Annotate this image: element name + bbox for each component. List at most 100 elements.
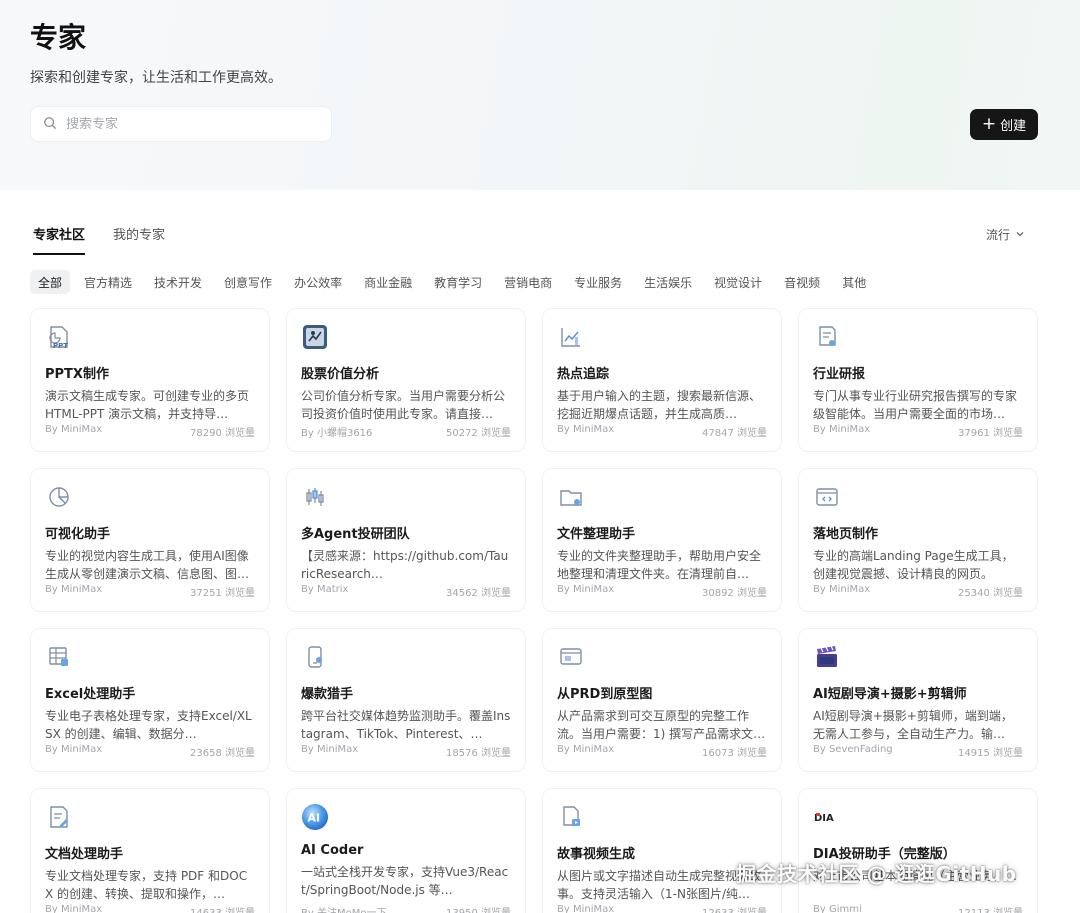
card-footer: By MiniMax 16073 浏览量 <box>557 744 767 759</box>
expert-card[interactable]: Excel处理助手专业电子表格处理专家，支持Excel/XLSX 的创建、编辑、… <box>30 628 270 772</box>
card-author: By MiniMax <box>557 424 615 435</box>
chevron-down-icon <box>1010 228 1025 242</box>
category-chip[interactable]: 创意写作 <box>216 270 280 294</box>
expert-card[interactable]: 故事视频生成 从图片或文字描述自动生成完整视频故事。支持灵活输入（1-N张图片/纯… <box>542 788 782 913</box>
watermark-text: 掘金技术社区 @ 逛逛GitHub <box>736 862 1017 886</box>
card-footer: By Matrix 34562 浏览量 <box>301 584 511 599</box>
expert-card[interactable]: DIA DIA投研助手（完整版） 对上市公司基本面情况（主营业务、… By Gimmi… <box>798 788 1038 913</box>
phone-icon <box>301 643 329 671</box>
expert-card[interactable]: 多Agent投研团队【灵感来源：https://github.com/Tauri… <box>286 468 526 612</box>
research-report-icon <box>813 323 841 351</box>
expert-card[interactable]: AI AI Coder 一站式全栈开发专家，支持Vue3/React/SpringB… <box>286 788 526 913</box>
category-chip[interactable]: 全部 <box>30 270 71 294</box>
card-description: 基于用户输入的主题，搜索最新信源、挖掘近期爆点话题，并生成高质… <box>557 389 762 421</box>
category-bar: 全部 官方精选 技术开发 创意写作 办公效率 商业金融 教育学习 营销电商 专业服务 生活娱乐 视觉… <box>30 270 874 294</box>
ppt-icon: PPT <box>45 323 73 351</box>
sort-dropdown[interactable]: 流行 <box>986 226 1025 243</box>
card-view-count: 50272 浏览量 <box>446 428 511 439</box>
card-view-count: 14633 浏览量 <box>190 904 255 913</box>
page-title: 专家 <box>30 21 87 54</box>
card-title: 落地页制作 <box>813 527 879 542</box>
plus-icon: + <box>981 113 997 134</box>
search-box[interactable] <box>30 106 332 142</box>
card-description: 专业电子表格处理专家，支持Excel/XLSX 的创建、编辑、数据分… <box>45 709 252 741</box>
category-chip[interactable]: 技术开发 <box>146 270 210 294</box>
card-title: AI短剧导演+摄影+剪辑师 <box>813 687 967 702</box>
create-button[interactable]: + 创建 <box>970 109 1038 140</box>
category-chip[interactable]: 商业金融 <box>356 270 420 294</box>
expert-card-grid: PPT PPTX制作 演示文稿生成专家。可创建专业的多页 HTML-PPT 演示文稿… <box>30 308 1038 913</box>
card-author: By MiniMax <box>45 424 103 435</box>
card-description: 从产品需求到可交互原型的完整工作流。当用户需要：1) 撰写产品需求文… <box>557 709 766 741</box>
expert-card[interactable]: 热点追踪 基于用户输入的主题，搜索最新信源、挖掘近期爆点话题，并生成高质… By M… <box>542 308 782 452</box>
card-view-count: 47847 浏览量 <box>702 428 767 439</box>
card-footer: By MiniMax 25340 浏览量 <box>813 584 1023 599</box>
create-button-label: 创建 <box>1000 119 1027 134</box>
card-author: By MiniMax <box>557 744 615 755</box>
document-edit-icon <box>45 803 73 831</box>
card-title: 文档处理助手 <box>45 847 124 862</box>
page-subtitle: 探索和创建专家，让生活和工作更高效。 <box>30 70 282 86</box>
category-chip[interactable]: 生活娱乐 <box>636 270 700 294</box>
card-footer: By MiniMax 12633 浏览量 <box>557 904 767 913</box>
search-input[interactable] <box>66 116 306 132</box>
card-title: 多Agent投研团队 <box>301 527 410 542</box>
category-chip[interactable]: 音视频 <box>776 270 828 294</box>
card-view-count: 30892 浏览量 <box>702 588 767 599</box>
card-view-count: 18576 浏览量 <box>446 748 511 759</box>
expert-card[interactable]: AI短剧导演+摄影+剪辑师 AI短剧导演+摄影+剪辑师，端到端，无需人工参与，全自… <box>798 628 1038 772</box>
card-description: 【灵感来源：https://github.com/TauricResearch… <box>301 549 509 581</box>
category-chip[interactable]: 教育学习 <box>426 270 490 294</box>
card-author: By 关注MoMo一下 <box>301 904 386 913</box>
expert-card[interactable]: 从PRD到原型图从产品需求到可交互原型的完整工作流。当用户需要：1) 撰写产品需… <box>542 628 782 772</box>
category-chip[interactable]: 其他 <box>834 270 874 294</box>
card-description: AI短剧导演+摄影+剪辑师，端到端，无需人工参与，全自动生产力。输… <box>813 709 1013 741</box>
card-description: 跨平台社交媒体趋势监测助手。覆盖Instagram、TikTok、Pintere… <box>301 709 511 741</box>
card-view-count: 12113 浏览量 <box>958 904 1023 913</box>
category-chip[interactable]: 专业服务 <box>566 270 630 294</box>
expert-card[interactable]: 爆款猎手 跨平台社交媒体趋势监测助手。覆盖Instagram、TikTok、Pin… <box>286 628 526 772</box>
pie-chart-icon <box>45 483 73 511</box>
expert-card[interactable]: 可视化助手 专业的视觉内容生成工具，使用AI图像生成从零创建演示文稿、信息图、图…… <box>30 468 270 612</box>
card-description: 一站式全栈开发专家，支持Vue3/React/SpringBoot/Node.j… <box>301 865 509 897</box>
card-footer: By Gimmi 12113 浏览量 <box>813 904 1023 913</box>
card-view-count: 37961 浏览量 <box>958 428 1023 439</box>
card-author: By MiniMax <box>301 744 359 755</box>
prototype-icon <box>557 643 585 671</box>
card-title: 股票价值分析 <box>301 367 380 382</box>
card-view-count: 12633 浏览量 <box>702 904 767 913</box>
card-footer: By SevenFading 14915 浏览量 <box>813 744 1023 759</box>
stock-icon <box>301 323 329 351</box>
card-view-count: 14915 浏览量 <box>958 748 1023 759</box>
card-title: 行业研报 <box>813 367 866 382</box>
tab-my-experts[interactable]: 我的专家 <box>113 224 165 255</box>
card-author: By MiniMax <box>45 904 103 913</box>
dia-logo-icon: DIA <box>813 803 841 831</box>
expert-card[interactable]: PPT PPTX制作 演示文稿生成专家。可创建专业的多页 HTML-PPT 演示文稿… <box>30 308 270 452</box>
card-author: By MiniMax <box>813 584 871 595</box>
expert-card[interactable]: 文件整理助手 专业的文件夹整理助手，帮助用户安全地整理和清理文件夹。在清理前自… B… <box>542 468 782 612</box>
card-author: By Matrix <box>301 584 349 595</box>
card-view-count: 78290 浏览量 <box>190 428 255 439</box>
card-author: By SevenFading <box>813 744 893 755</box>
category-chip[interactable]: 官方精选 <box>76 270 140 294</box>
sort-label: 流行 <box>986 228 1011 242</box>
card-view-count: 16073 浏览量 <box>702 748 767 759</box>
category-chip[interactable]: 视觉设计 <box>706 270 770 294</box>
card-author: By Gimmi <box>813 904 862 913</box>
category-chip[interactable]: 营销电商 <box>496 270 560 294</box>
expert-card[interactable]: 股票价值分析 公司价值分析专家。当用户需要分析公司投资价值时使用此专家。请直接… B… <box>286 308 526 452</box>
card-description: 演示文稿生成专家。可创建专业的多页 HTML-PPT 演示文稿，并支持导… <box>45 389 250 421</box>
card-title: Excel处理助手 <box>45 687 136 702</box>
expert-card[interactable]: 行业研报 专门从事专业行业研究报告撰写的专家级智能体。当用户需要全面的市场… By … <box>798 308 1038 452</box>
card-description: 公司价值分析专家。当用户需要分析公司投资价值时使用此专家。请直接… <box>301 389 506 421</box>
card-author: By MiniMax <box>45 584 103 595</box>
spreadsheet-icon <box>45 643 73 671</box>
card-title: 从PRD到原型图 <box>557 687 653 702</box>
expert-card[interactable]: 文档处理助手 专业文档处理专家，支持 PDF 和DOCX 的创建、转换、提取和操作… <box>30 788 270 913</box>
category-chip[interactable]: 办公效率 <box>286 270 350 294</box>
card-footer: By MiniMax 18576 浏览量 <box>301 744 511 759</box>
expert-card[interactable]: 落地页制作 专业的高端Landing Page生成工具，创建视觉震撼、设计精良的网… <box>798 468 1038 612</box>
tab-expert-community[interactable]: 专家社区 <box>33 224 86 255</box>
folder-icon <box>557 483 585 511</box>
